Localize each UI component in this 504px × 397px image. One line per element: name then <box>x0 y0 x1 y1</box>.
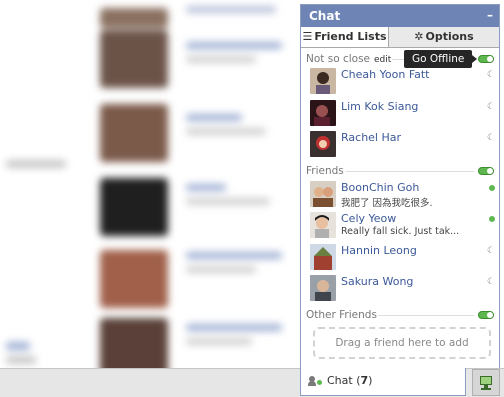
group-not-so-close: Not so close edit <box>306 52 391 66</box>
chat-header[interactable]: Chat – <box>301 5 499 27</box>
idle-moon-icon: ☾ <box>487 246 496 256</box>
avatar <box>310 131 336 157</box>
tab-friend-lists-label: Friend Lists <box>314 30 387 43</box>
feed-photo <box>100 250 168 308</box>
chat-title: Chat <box>309 9 341 23</box>
chat-footer-button[interactable]: Chat (7) <box>300 368 466 396</box>
friend-item[interactable]: BoonChin Goh 我肥了 因為我吃很多. <box>310 181 496 209</box>
group-divider <box>346 171 474 172</box>
group-label: Not so close <box>306 53 371 65</box>
friend-status-message: Really fall sick. Just tak... <box>341 226 460 237</box>
list-icon: ☰ <box>302 30 313 43</box>
friend-item[interactable]: Hannin Leong ☾ <box>310 244 496 270</box>
avatar <box>310 181 336 207</box>
feed-photo <box>100 8 168 28</box>
feed-photo <box>100 104 168 162</box>
avatar <box>310 244 336 270</box>
idle-moon-icon: ☾ <box>487 133 496 143</box>
friend-item[interactable]: Rachel Har ☾ <box>310 131 496 157</box>
avatar <box>310 275 336 301</box>
friend-name: Sakura Wong <box>341 275 414 288</box>
group-edit-link[interactable]: edit <box>374 55 391 65</box>
gear-icon: ✲ <box>414 30 424 43</box>
feed-photo <box>100 178 168 236</box>
group-toggle-other-friends[interactable] <box>478 311 494 319</box>
group-label: Other Friends <box>306 309 377 321</box>
monitor-button[interactable] <box>472 369 500 396</box>
group-label: Friends <box>306 165 344 177</box>
tab-options[interactable]: ✲ Options <box>389 27 499 47</box>
friend-name: Rachel Har <box>341 131 402 144</box>
add-friend-drop-zone[interactable]: Drag a friend here to add <box>313 327 491 359</box>
avatar <box>310 68 336 94</box>
friend-item[interactable]: Lim Kok Siang ☾ <box>310 100 496 126</box>
friend-name: Hannin Leong <box>341 244 417 257</box>
minimize-button[interactable]: – <box>487 4 493 26</box>
group-toggle-not-so-close[interactable] <box>478 55 494 63</box>
tab-friend-lists[interactable]: ☰ Friend Lists <box>301 27 389 47</box>
online-status-icon <box>489 216 495 222</box>
friend-name: Cely Yeow <box>341 212 397 225</box>
group-friends: Friends <box>306 164 344 178</box>
feed-photo <box>100 30 168 88</box>
group-divider <box>392 59 404 60</box>
idle-moon-icon: ☾ <box>487 102 496 112</box>
friend-name: Lim Kok Siang <box>341 100 419 113</box>
idle-moon-icon: ☾ <box>487 277 496 287</box>
friend-name: BoonChin Goh <box>341 181 420 194</box>
group-toggle-friends[interactable] <box>478 167 494 175</box>
go-offline-tooltip: Go Offline <box>404 50 478 68</box>
friend-status-message: 我肥了 因為我吃很多. <box>341 198 433 209</box>
group-divider <box>378 315 474 316</box>
people-icon <box>308 376 316 386</box>
idle-moon-icon: ☾ <box>487 70 496 80</box>
friend-item[interactable]: Cheah Yoon Fatt ☾ <box>310 68 496 94</box>
chat-footer-label: Chat (7) <box>327 374 373 387</box>
friend-item[interactable]: Cely Yeow Really fall sick. Just tak... <box>310 212 496 238</box>
group-other-friends: Other Friends <box>306 308 377 322</box>
friend-name: Cheah Yoon Fatt <box>341 68 430 81</box>
online-status-icon <box>489 185 495 191</box>
friend-item[interactable]: Sakura Wong ☾ <box>310 275 496 301</box>
tab-options-label: Options <box>425 30 474 43</box>
chat-tabs: ☰ Friend Lists ✲ Options <box>301 27 499 48</box>
online-status-icon <box>317 380 322 385</box>
avatar <box>310 212 336 238</box>
monitor-icon <box>480 376 492 385</box>
avatar <box>310 100 336 126</box>
